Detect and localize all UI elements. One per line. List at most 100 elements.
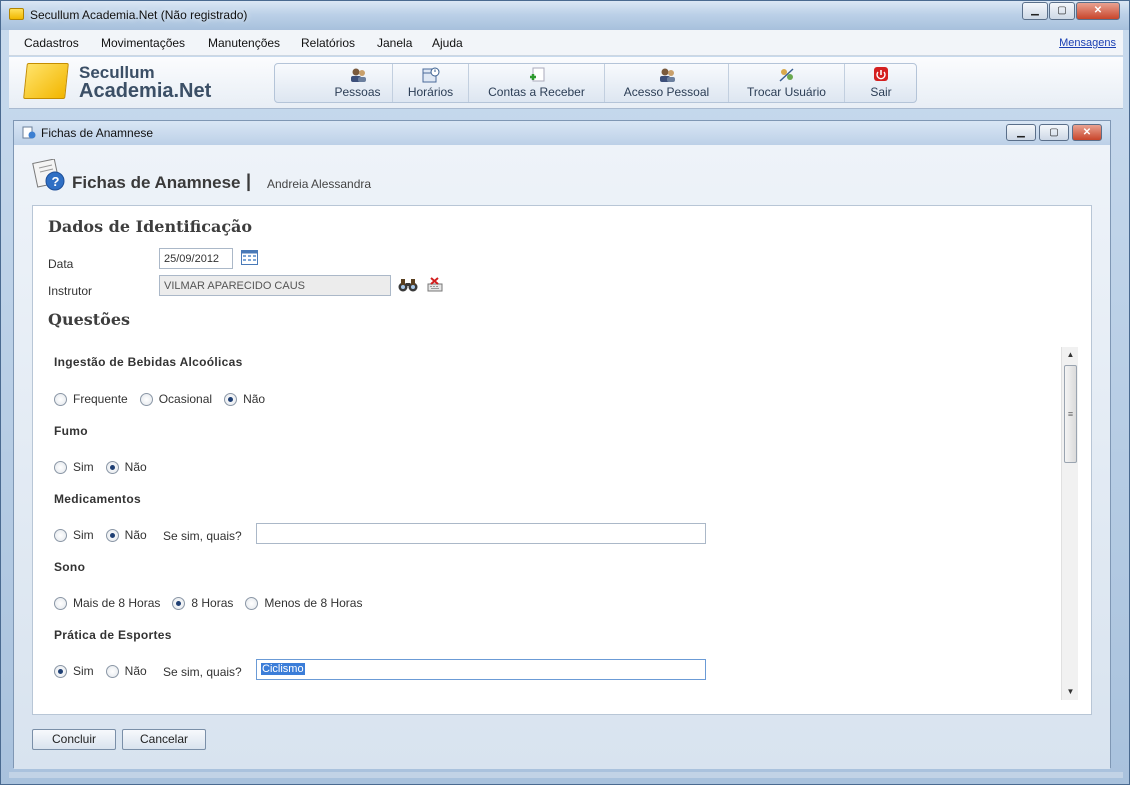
toolbar-acesso-label: Acesso Pessoal bbox=[623, 85, 710, 99]
logo-icon bbox=[23, 63, 69, 99]
menu-janela[interactable]: Janela bbox=[377, 36, 412, 50]
questions-section-title: Questões bbox=[48, 310, 131, 329]
minimize-button[interactable]: ▁ bbox=[1022, 2, 1048, 20]
toolbar: Secullum Academia.Net Pessoas Horários C… bbox=[9, 57, 1123, 109]
question-title-sono: Sono bbox=[54, 560, 86, 574]
radio-fumo-nao[interactable] bbox=[105, 460, 119, 474]
question-options-medicamentos: Sim Não bbox=[54, 528, 159, 542]
child-minimize-button[interactable]: ▁ bbox=[1006, 124, 1036, 141]
schedule-icon bbox=[422, 67, 440, 83]
clear-field-icon[interactable] bbox=[427, 277, 443, 295]
radio-label: Sim bbox=[73, 664, 94, 678]
radio-label: Não bbox=[124, 528, 147, 542]
menu-bar: Cadastros Movimentações Manutenções Rela… bbox=[9, 30, 1123, 56]
logo-text-line2: Academia.Net bbox=[79, 80, 212, 102]
menu-relatorios[interactable]: Relatórios bbox=[301, 36, 355, 50]
toolbar-horarios-label: Horários bbox=[407, 85, 454, 99]
radio-alcohol-ocasional[interactable] bbox=[139, 392, 153, 406]
child-maximize-button[interactable]: ▢ bbox=[1039, 124, 1069, 141]
toolbar-buttons: Pessoas Horários Contas a Receber Acesso… bbox=[274, 63, 917, 103]
app-icon bbox=[9, 8, 24, 20]
scroll-up-arrow-icon[interactable]: ▲ bbox=[1062, 347, 1079, 363]
question-options-fumo: Sim Não bbox=[54, 460, 159, 474]
page-subtitle: Andreia Alessandra bbox=[267, 177, 372, 191]
esportes-follow-label: Se sim, quais? bbox=[163, 665, 242, 679]
questions-scroll-area[interactable]: Ingestão de Bebidas Alcoólicas Frequente… bbox=[39, 347, 1079, 700]
child-close-button[interactable]: ✕ bbox=[1072, 124, 1102, 141]
radio-label: Sim bbox=[73, 528, 94, 542]
svg-text:?: ? bbox=[52, 174, 60, 189]
child-body: ? Fichas de Anamnese | Andreia Alessandr… bbox=[14, 145, 1110, 769]
anamnese-window-icon bbox=[22, 126, 36, 139]
medicamentos-follow-label: Se sim, quais? bbox=[163, 529, 242, 543]
child-window-title: Fichas de Anamnese bbox=[41, 126, 154, 140]
menu-ajuda[interactable]: Ajuda bbox=[432, 36, 463, 50]
radio-sono-8[interactable] bbox=[172, 596, 186, 610]
toolbar-pessoas-label: Pessoas bbox=[334, 85, 381, 99]
radio-label: Frequente bbox=[73, 392, 128, 406]
radio-alcohol-frequente[interactable] bbox=[54, 392, 67, 406]
menu-movimentacoes[interactable]: Movimentações bbox=[101, 36, 185, 50]
menu-cadastros[interactable]: Cadastros bbox=[24, 36, 79, 50]
switch-user-icon bbox=[778, 67, 796, 83]
radio-sono-mais[interactable] bbox=[54, 596, 67, 610]
messages-link[interactable]: Mensagens bbox=[1059, 37, 1116, 49]
binoculars-icon[interactable] bbox=[398, 277, 418, 296]
radio-esportes-sim[interactable] bbox=[54, 664, 67, 678]
toolbar-contas-button[interactable]: Contas a Receber bbox=[469, 64, 605, 102]
receivables-icon bbox=[528, 67, 546, 83]
scroll-thumb[interactable]: ≡ bbox=[1064, 365, 1077, 463]
access-icon bbox=[658, 67, 676, 83]
toolbar-horarios-button[interactable]: Horários bbox=[393, 64, 469, 102]
radio-fumo-sim[interactable] bbox=[54, 460, 67, 474]
scroll-down-arrow-icon[interactable]: ▼ bbox=[1062, 684, 1079, 700]
toolbar-trocar-label: Trocar Usuário bbox=[747, 85, 826, 99]
esportes-quais-value: Ciclismo bbox=[261, 663, 305, 675]
people-icon bbox=[349, 67, 367, 83]
concluir-button[interactable]: Concluir bbox=[32, 729, 116, 750]
question-title-medicamentos: Medicamentos bbox=[54, 492, 141, 506]
radio-label: Sim bbox=[73, 460, 94, 474]
anamnese-window: Fichas de Anamnese ▁ ▢ ✕ ? Fichas de Ana… bbox=[13, 120, 1111, 769]
date-field[interactable] bbox=[159, 248, 233, 269]
radio-label: Ocasional bbox=[158, 392, 213, 406]
title-bar[interactable]: Secullum Academia.Net (Não registrado) ▁… bbox=[1, 1, 1129, 30]
close-button[interactable]: ✕ bbox=[1076, 2, 1120, 20]
questions-scrollbar[interactable]: ▲ ≡ ▼ bbox=[1061, 347, 1078, 700]
toolbar-pessoas-button[interactable]: Pessoas bbox=[323, 64, 393, 102]
question-title-fumo: Fumo bbox=[54, 424, 88, 438]
radio-medicamentos-nao[interactable] bbox=[105, 528, 119, 542]
toolbar-acesso-button[interactable]: Acesso Pessoal bbox=[605, 64, 729, 102]
question-title-esportes: Prática de Esportes bbox=[54, 628, 172, 642]
instructor-field[interactable] bbox=[159, 275, 391, 296]
radio-label: Mais de 8 Horas bbox=[73, 596, 161, 610]
radio-label: Não bbox=[124, 460, 147, 474]
esportes-quais-field[interactable]: Ciclismo bbox=[256, 659, 706, 680]
radio-medicamentos-sim[interactable] bbox=[54, 528, 67, 542]
medicamentos-quais-field[interactable] bbox=[256, 523, 706, 544]
date-label: Data bbox=[48, 257, 74, 271]
question-options-esportes: Sim Não bbox=[54, 664, 159, 678]
question-options-sono: Mais de 8 Horas 8 Horas Menos de 8 Horas bbox=[54, 596, 374, 610]
toolbar-sair-button[interactable]: Sair bbox=[845, 64, 917, 102]
toolbar-trocar-button[interactable]: Trocar Usuário bbox=[729, 64, 845, 102]
radio-label: Não bbox=[243, 392, 266, 406]
question-title-alcohol: Ingestão de Bebidas Alcoólicas bbox=[54, 355, 243, 369]
toolbar-contas-label: Contas a Receber bbox=[488, 85, 585, 99]
child-title-bar[interactable]: Fichas de Anamnese ▁ ▢ ✕ bbox=[14, 121, 1110, 145]
status-strip bbox=[9, 772, 1123, 778]
radio-esportes-nao[interactable] bbox=[105, 664, 119, 678]
radio-label: 8 Horas bbox=[191, 596, 234, 610]
calendar-icon[interactable] bbox=[241, 250, 258, 268]
radio-label: Menos de 8 Horas bbox=[264, 596, 363, 610]
radio-sono-menos[interactable] bbox=[245, 596, 259, 610]
question-options-alcohol: Frequente Ocasional Não bbox=[54, 392, 277, 406]
radio-alcohol-nao[interactable] bbox=[224, 392, 238, 406]
cancelar-button[interactable]: Cancelar bbox=[122, 729, 206, 750]
radio-label: Não bbox=[124, 664, 147, 678]
anamnese-icon: ? bbox=[32, 158, 66, 191]
menu-manutencoes[interactable]: Manutenções bbox=[208, 36, 280, 50]
maximize-button[interactable]: ▢ bbox=[1049, 2, 1075, 20]
instructor-label: Instrutor bbox=[48, 284, 93, 298]
page-title: Fichas de Anamnese bbox=[72, 173, 241, 192]
